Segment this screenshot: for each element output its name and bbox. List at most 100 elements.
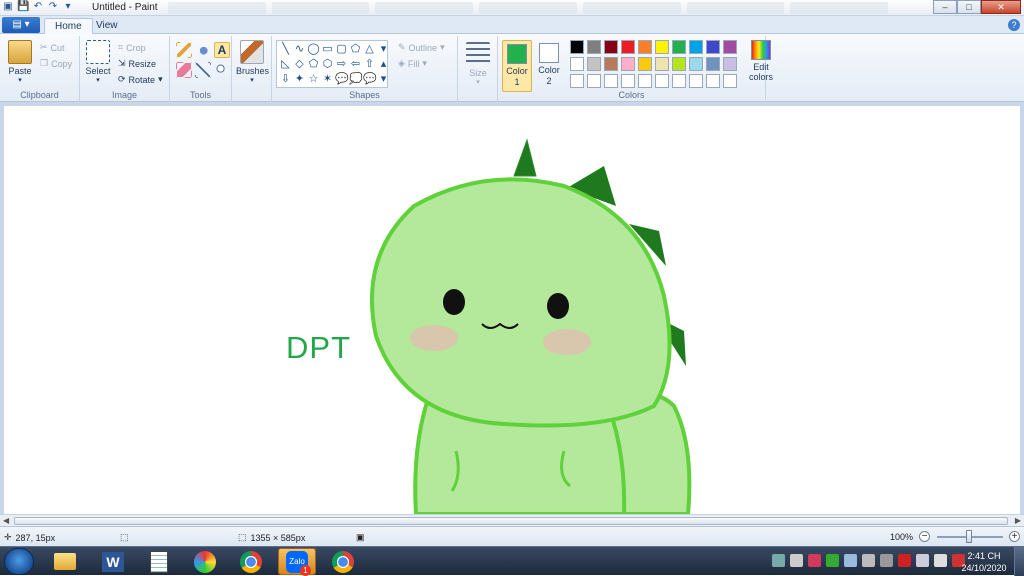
- shape-option[interactable]: ▾: [377, 42, 390, 56]
- shape-option[interactable]: ✶: [321, 72, 334, 86]
- custom-color-slot[interactable]: [604, 74, 618, 88]
- crop-button[interactable]: ⌗ Crop: [118, 42, 146, 53]
- shape-option[interactable]: △: [363, 42, 376, 56]
- palette-swatch[interactable]: [604, 40, 618, 54]
- shape-option[interactable]: ☆: [307, 72, 320, 86]
- shape-option[interactable]: ◺: [279, 57, 292, 71]
- shape-option[interactable]: ✦: [293, 72, 306, 86]
- clock[interactable]: 2:41 CH 24/10/2020: [958, 550, 1010, 574]
- taskbar-paint[interactable]: [186, 548, 224, 575]
- resize-button[interactable]: ⇲ Resize: [118, 58, 156, 69]
- scroll-left-icon[interactable]: ◀: [3, 516, 9, 525]
- copy-button[interactable]: ❐ Copy: [40, 58, 72, 69]
- shape-option[interactable]: ⇧: [363, 57, 376, 71]
- save-icon[interactable]: 💾: [17, 1, 29, 13]
- palette-swatch[interactable]: [672, 40, 686, 54]
- tray-icon[interactable]: [808, 554, 821, 567]
- customize-qat-icon[interactable]: ▾: [62, 1, 74, 13]
- palette-swatch[interactable]: [723, 57, 737, 71]
- size-button[interactable]: Size ▾: [464, 42, 492, 86]
- palette-swatch[interactable]: [621, 57, 635, 71]
- shield-icon[interactable]: [898, 554, 911, 567]
- rotate-button[interactable]: ⟳ Rotate ▾: [118, 74, 163, 85]
- taskbar-chrome[interactable]: [232, 548, 270, 575]
- magnifier-icon[interactable]: [214, 62, 230, 78]
- shape-option[interactable]: 💬: [363, 72, 377, 86]
- scrollbar-thumb[interactable]: [14, 517, 1008, 525]
- palette-swatch[interactable]: [689, 57, 703, 71]
- tray-icon[interactable]: [790, 554, 803, 567]
- zoom-slider-thumb[interactable]: [966, 530, 972, 543]
- custom-color-slot[interactable]: [587, 74, 601, 88]
- palette-swatch[interactable]: [655, 57, 669, 71]
- eraser-icon[interactable]: [176, 62, 192, 78]
- custom-color-slot[interactable]: [570, 74, 584, 88]
- zoom-out-button[interactable]: −: [919, 531, 930, 542]
- tray-icon[interactable]: [844, 554, 857, 567]
- minimize-button[interactable]: –: [933, 0, 957, 14]
- fill-bucket-icon[interactable]: [195, 42, 211, 58]
- tray-icon[interactable]: [772, 554, 785, 567]
- show-desktop-button[interactable]: [1014, 547, 1024, 576]
- pencil-icon[interactable]: [176, 42, 192, 58]
- undo-icon[interactable]: ↶: [32, 1, 44, 13]
- shape-option[interactable]: ◯: [307, 42, 320, 56]
- shape-option[interactable]: ⇨: [335, 57, 348, 71]
- custom-color-slot[interactable]: [638, 74, 652, 88]
- palette-swatch[interactable]: [689, 40, 703, 54]
- tab-view[interactable]: View: [86, 18, 128, 34]
- shape-option[interactable]: ◇: [293, 57, 306, 71]
- start-button[interactable]: [4, 548, 34, 575]
- custom-color-slot[interactable]: [672, 74, 686, 88]
- shape-option[interactable]: ▭: [321, 42, 334, 56]
- palette-swatch[interactable]: [638, 57, 652, 71]
- color-picker-icon[interactable]: [195, 62, 211, 78]
- brushes-button[interactable]: Brushes ▾: [236, 40, 269, 84]
- volume-icon[interactable]: [862, 554, 875, 567]
- text-tool-icon[interactable]: A: [214, 42, 230, 58]
- palette-swatch[interactable]: [587, 57, 601, 71]
- shape-option[interactable]: ⇩: [279, 72, 292, 86]
- select-button[interactable]: Select ▾: [84, 40, 112, 84]
- scroll-right-icon[interactable]: ▶: [1015, 516, 1021, 525]
- shape-option[interactable]: ╲: [279, 42, 292, 56]
- file-menu-button[interactable]: ▤ ▾: [2, 17, 40, 33]
- display-icon[interactable]: [916, 554, 929, 567]
- palette-swatch[interactable]: [723, 40, 737, 54]
- shape-option[interactable]: ⬡: [321, 57, 334, 71]
- color1-button[interactable]: Color 1: [502, 40, 532, 92]
- palette-swatch[interactable]: [655, 40, 669, 54]
- palette-swatch[interactable]: [706, 57, 720, 71]
- custom-color-slot[interactable]: [706, 74, 720, 88]
- palette-swatch[interactable]: [570, 40, 584, 54]
- palette-swatch[interactable]: [621, 40, 635, 54]
- tray-icon[interactable]: [826, 554, 839, 567]
- shape-option[interactable]: 💬: [335, 72, 349, 86]
- shape-option[interactable]: ▴: [377, 57, 390, 71]
- close-button[interactable]: ✕: [981, 0, 1021, 14]
- custom-color-slot[interactable]: [655, 74, 669, 88]
- outline-button[interactable]: ✎ Outline ▾: [398, 42, 445, 53]
- drawing-canvas[interactable]: DPT: [4, 106, 1020, 514]
- palette-swatch[interactable]: [604, 57, 618, 71]
- taskbar-zalo[interactable]: Zalo 1: [278, 548, 316, 576]
- shapes-gallery[interactable]: ╲ ∿ ◯ ▭ ▢ ⬠ △ ▾ ◺ ◇ ⬠ ⬡ ⇨ ⇦ ⇧ ▴ ⇩ ✦ ☆ ✶ 💬 💭 💬 ▾: [276, 40, 388, 88]
- paint-app-icon[interactable]: ▣: [2, 1, 14, 13]
- paste-button[interactable]: Paste ▾: [6, 40, 34, 84]
- edit-colors-button[interactable]: Edit colors: [746, 40, 776, 82]
- custom-color-slot[interactable]: [621, 74, 635, 88]
- palette-swatch[interactable]: [638, 40, 652, 54]
- tray-icon[interactable]: [880, 554, 893, 567]
- taskbar-explorer[interactable]: [46, 548, 84, 575]
- taskbar-word[interactable]: W: [94, 548, 132, 575]
- shape-option[interactable]: ⇦: [349, 57, 362, 71]
- shape-option[interactable]: ⬠: [349, 42, 362, 56]
- network-icon[interactable]: [934, 554, 947, 567]
- custom-color-slot[interactable]: [723, 74, 737, 88]
- shape-option[interactable]: ▢: [335, 42, 348, 56]
- zoom-in-button[interactable]: +: [1009, 531, 1020, 542]
- maximize-button[interactable]: □: [957, 0, 981, 14]
- help-icon[interactable]: ?: [1008, 19, 1020, 31]
- custom-color-slot[interactable]: [689, 74, 703, 88]
- taskbar-notepad[interactable]: [140, 548, 178, 575]
